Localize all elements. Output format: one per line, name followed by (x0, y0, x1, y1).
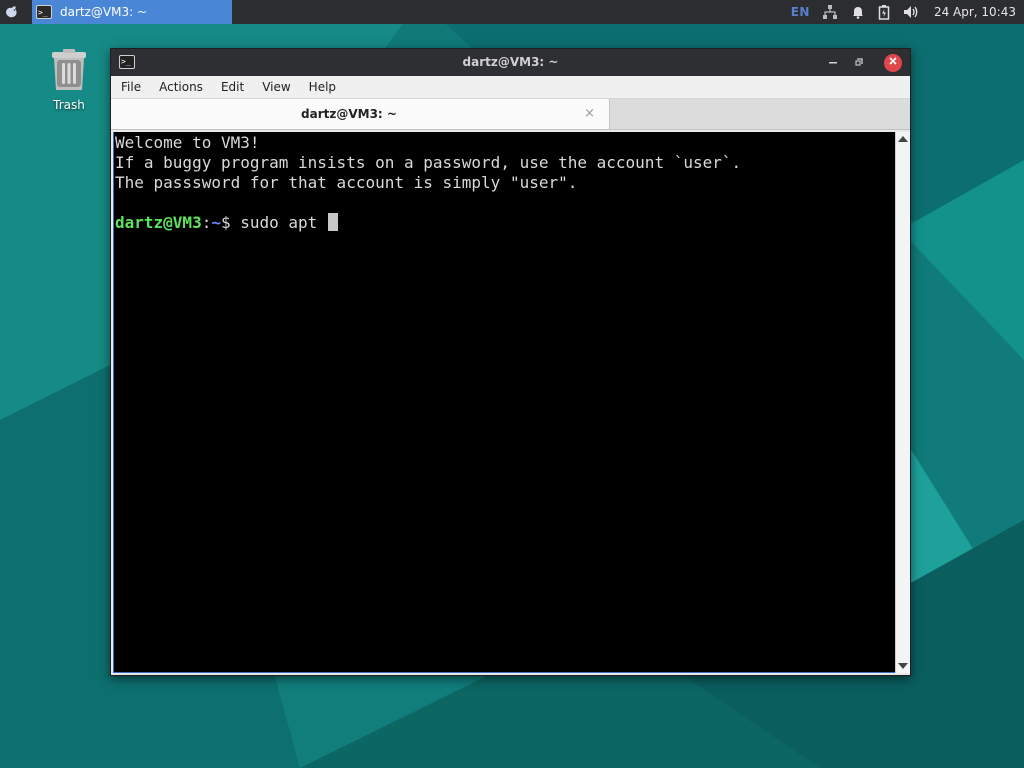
prompt-separator: : (201, 213, 212, 232)
terminal-window: >_ dartz@VM3: ~ File Actions Edit View H… (110, 48, 911, 676)
minimize-button[interactable] (824, 54, 842, 72)
menu-bar: File Actions Edit View Help (111, 76, 910, 99)
menu-help[interactable]: Help (299, 80, 344, 94)
notification-bell-icon[interactable] (850, 4, 866, 20)
text-cursor (327, 213, 338, 231)
volume-icon[interactable] (902, 4, 920, 20)
terminal-tab[interactable]: dartz@VM3: ~ × (111, 99, 610, 129)
trash-icon (52, 49, 86, 90)
close-icon (889, 57, 897, 65)
close-button[interactable] (884, 54, 902, 72)
scroll-down-icon[interactable] (898, 663, 908, 669)
prompt-symbol: $ (220, 213, 241, 232)
battery-icon[interactable] (878, 4, 890, 20)
terminal-scrollbar[interactable] (895, 132, 910, 673)
terminal-line: If a buggy program insists on a password… (115, 153, 742, 172)
trash-desktop-icon[interactable]: Trash (38, 48, 100, 112)
window-title: dartz@VM3: ~ (462, 55, 559, 69)
terminal-line: Welcome to VM3! (115, 133, 260, 152)
tab-bar: dartz@VM3: ~ × (111, 99, 910, 130)
menu-edit[interactable]: Edit (211, 80, 252, 94)
clock[interactable]: 24 Apr, 10:43 (934, 5, 1016, 19)
maximize-button[interactable] (850, 54, 868, 72)
taskbar-window-label: dartz@VM3: ~ (60, 5, 148, 19)
terminal-icon: >_ (36, 5, 52, 19)
menu-actions[interactable]: Actions (149, 80, 211, 94)
menu-file[interactable]: File (111, 80, 149, 94)
app-menu-icon (6, 6, 17, 18)
tab-close-icon[interactable]: × (584, 106, 595, 121)
terminal-line: The passsword for that account is simply… (115, 173, 578, 192)
network-icon[interactable] (822, 4, 838, 20)
typed-command: sudo apt (240, 213, 327, 232)
taskbar-window-button[interactable]: >_ dartz@VM3: ~ (32, 0, 232, 24)
window-titlebar[interactable]: >_ dartz@VM3: ~ (111, 49, 910, 76)
minimize-icon (829, 62, 837, 64)
terminal-output[interactable]: Welcome to VM3! If a buggy program insis… (113, 132, 895, 673)
prompt-path: ~ (211, 213, 221, 232)
prompt-line: dartz@VM3:~$ sudo apt (115, 213, 895, 233)
prompt-user: dartz@VM3 (115, 213, 202, 232)
tab-title: dartz@VM3: ~ (301, 107, 397, 121)
maximize-icon (855, 58, 863, 66)
scroll-up-icon[interactable] (898, 136, 908, 142)
keyboard-layout-indicator[interactable]: EN (791, 5, 810, 19)
system-tray: EN 24 Apr, 10:43 (779, 0, 1024, 24)
menu-view[interactable]: View (252, 80, 298, 94)
trash-label: Trash (53, 98, 85, 112)
top-panel: >_ dartz@VM3: ~ EN 24 Apr, 10:43 (0, 0, 1024, 24)
app-menu-button[interactable] (0, 0, 24, 24)
